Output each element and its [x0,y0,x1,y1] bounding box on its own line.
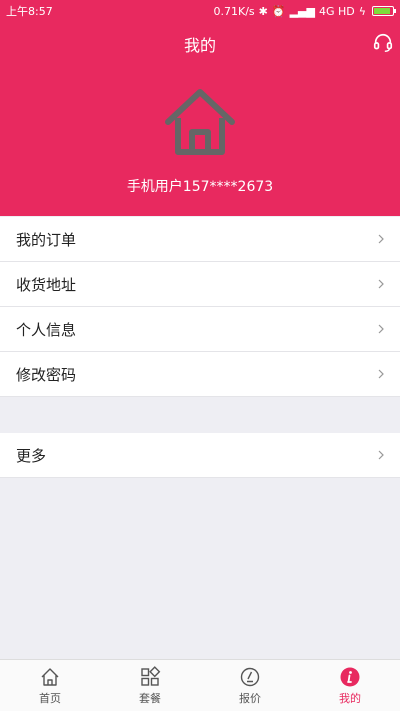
menu-item-profile[interactable]: 个人信息 [0,307,400,352]
tab-mine[interactable]: 我的 [300,660,400,711]
tab-label: 报价 [239,691,261,705]
quote-icon [240,667,260,686]
tab-quote[interactable]: 报价 [200,660,300,711]
page-title: 我的 [183,36,216,55]
chevron-right-icon [378,324,384,334]
signal-icon: ▂▄▆ [289,4,315,18]
status-time: 上午8:57 [6,5,53,18]
charging-icon: ϟ [358,4,366,18]
menu-item-address[interactable]: 收货地址 [0,262,400,307]
tab-bar: 首页 套餐 报价 我的 [0,659,400,711]
bluetooth-icon: ✱ [258,4,268,18]
info-icon [340,667,360,686]
home-icon [41,667,59,686]
tab-label: 我的 [339,691,361,705]
customer-service-icon[interactable] [372,32,394,54]
tab-label: 首页 [39,691,61,705]
menu-item-label: 收货地址 [16,275,77,294]
menu-item-label: 更多 [16,446,47,465]
chevron-right-icon [378,450,384,460]
tab-home[interactable]: 首页 [0,660,100,711]
tab-label: 套餐 [139,691,161,705]
menu-item-more[interactable]: 更多 [0,433,400,478]
status-icons: 0.71K/s ✱ ⏰ ▂▄▆ 4G HD ϟ [213,4,396,18]
network-speed: 0.71K/s [213,4,255,18]
grid-icon [141,665,161,686]
user-name: 手机用户157****2673 [126,179,274,195]
menu-group-secondary: 更多 [0,433,400,478]
menu-item-password[interactable]: 修改密码 [0,352,400,397]
menu-group-primary: 我的订单 收货地址 个人信息 修改密码 [0,217,400,397]
chevron-right-icon [378,369,384,379]
tab-packages[interactable]: 套餐 [100,660,200,711]
profile-header: 我的 手机用户157****2673 [0,22,400,216]
avatar[interactable] [162,84,238,160]
menu-item-label: 修改密码 [16,365,77,384]
menu-item-label: 个人信息 [16,320,77,339]
chevron-right-icon [378,279,384,289]
battery-icon [372,6,396,16]
menu-item-label: 我的订单 [16,230,77,249]
status-bar: 上午8:57 0.71K/s ✱ ⏰ ▂▄▆ 4G HD ϟ [0,0,400,22]
alarm-icon: ⏰ [271,4,286,18]
network-type: 4G HD [318,4,355,18]
menu-item-orders[interactable]: 我的订单 [0,217,400,262]
chevron-right-icon [378,234,384,244]
